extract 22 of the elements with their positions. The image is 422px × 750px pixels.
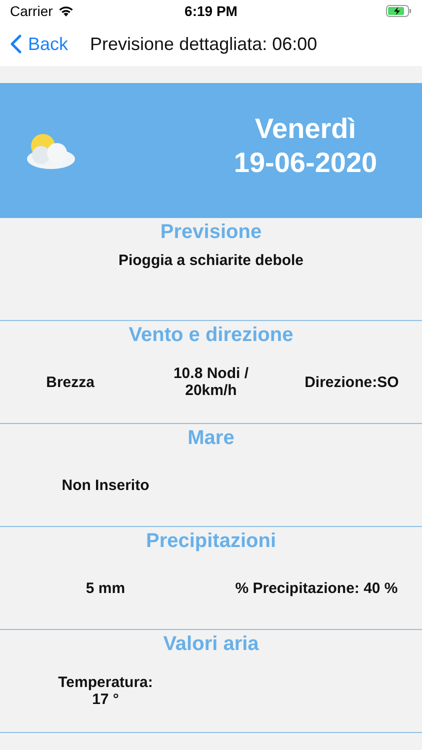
wifi-icon (58, 5, 74, 17)
detail-value: Pioggia a schiarite debole (118, 252, 304, 269)
detail-value: % Precipitazione: 40 % (235, 580, 398, 596)
screen-title: Previsione dettagliata: 06:00 (90, 34, 318, 54)
detail-value: Non Inserito (62, 476, 150, 494)
chevron-left-icon (10, 34, 22, 54)
section-title: Previsione (160, 221, 262, 244)
weekday-label: Venerdì (254, 112, 356, 146)
section-title: Mare (188, 427, 234, 450)
section-title: Precipitazioni (146, 530, 276, 553)
detail-value: 5 mm (86, 580, 126, 596)
detail-value: Temperatura: 17 ° (57, 674, 154, 708)
detail-value: 10.8 Nodi / 20km/h (172, 365, 250, 399)
carrier-label: Carrier (10, 3, 53, 19)
section-title: Valori aria (163, 633, 259, 656)
detail-value: Direzione:SO (304, 374, 399, 390)
status-time: 6:19 PM (184, 3, 238, 19)
battery-charging-icon (386, 5, 412, 17)
back-button[interactable]: Back (8, 34, 70, 54)
detail-value: Brezza (46, 374, 94, 390)
date-label: 19-06-2020 (234, 146, 378, 180)
section-title: Vento e direzione (128, 324, 294, 347)
